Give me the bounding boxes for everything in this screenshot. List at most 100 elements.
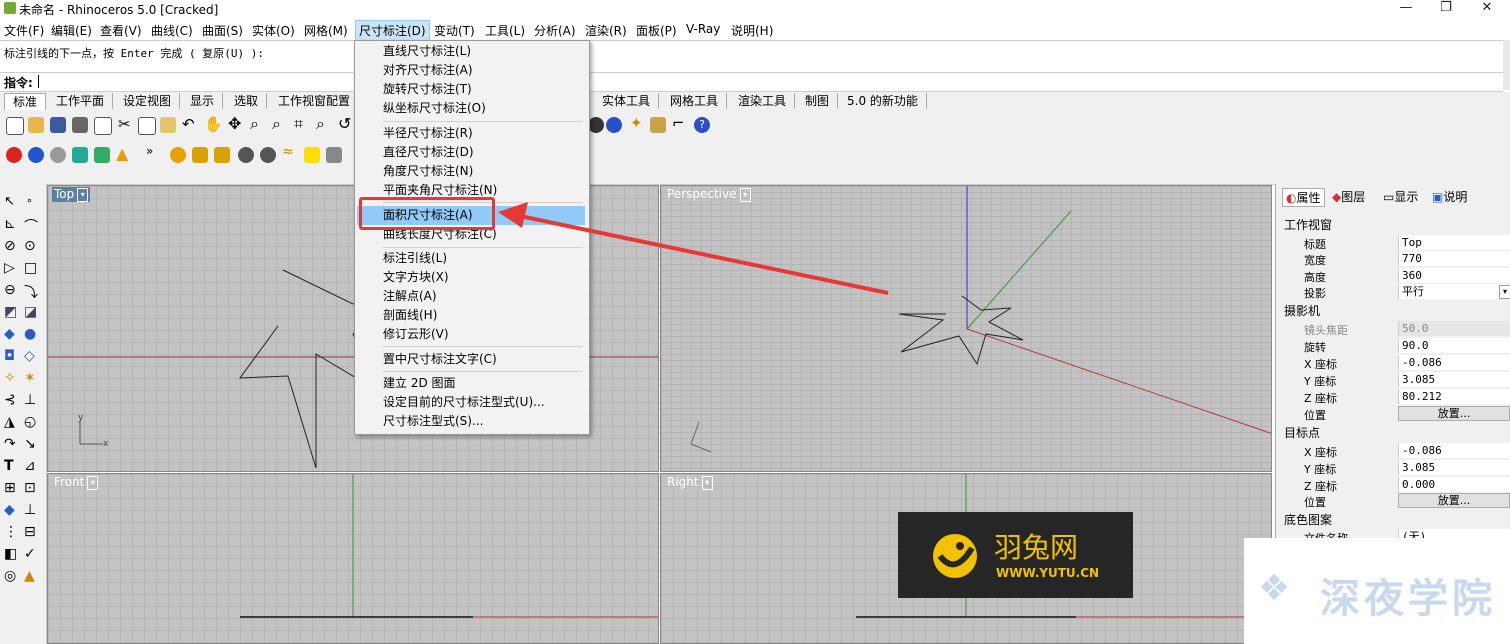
menu-item-ordinate-dimension[interactable]: 纵坐标尺寸标注(O): [357, 99, 585, 118]
menu-item-angle-dimension[interactable]: 角度尺寸标注(N): [357, 162, 585, 181]
tab-mesh-tools[interactable]: 网格工具: [662, 93, 728, 109]
cylinder-icon[interactable]: ◘: [4, 348, 15, 364]
menu-render[interactable]: 渲染(R): [585, 22, 627, 39]
panel-tab-display[interactable]: ▭显示: [1383, 188, 1418, 205]
plane-icon[interactable]: ◇: [24, 348, 35, 364]
prop-value[interactable]: 80.212: [1398, 389, 1510, 404]
vray-options-icon[interactable]: [214, 147, 230, 163]
panel-tab-properties[interactable]: ◐属性: [1282, 188, 1325, 207]
tab-standard[interactable]: 标准: [4, 93, 47, 110]
prop-value[interactable]: 0.000: [1398, 477, 1510, 492]
menu-item-center-dimension-text[interactable]: 置中尺寸标注文字(C): [357, 350, 585, 369]
vray-proxy-icon[interactable]: [326, 147, 342, 163]
zoom-selected-icon[interactable]: ⌕: [316, 114, 325, 134]
prop-value[interactable]: -0.086: [1398, 443, 1510, 458]
tab-select[interactable]: 选取: [226, 93, 268, 109]
menu-edit[interactable]: 编辑(E): [51, 22, 92, 39]
menu-item-diameter-dimension[interactable]: 直径尺寸标注(D): [357, 143, 585, 162]
prop-value[interactable]: Top: [1398, 235, 1510, 250]
vray-m-icon[interactable]: [170, 147, 186, 163]
render-sphere-icon[interactable]: [588, 117, 604, 133]
menu-dimension[interactable]: 尺寸标注(D): [355, 20, 430, 41]
cut-icon[interactable]: ✂: [118, 115, 131, 133]
command-line[interactable]: 指令:: [0, 72, 1503, 92]
paste-icon[interactable]: [160, 117, 176, 133]
more-arrow-icon[interactable]: »: [146, 144, 153, 158]
vray-rt-icon[interactable]: [260, 147, 276, 163]
mesh-icon[interactable]: ⊟: [24, 524, 36, 540]
select-arrow-icon[interactable]: ↖: [4, 194, 15, 209]
grid-icon[interactable]: ⋮: [4, 524, 18, 540]
tab-new-in-v5[interactable]: 5.0 的新功能: [839, 93, 927, 109]
prop-value[interactable]: 770: [1398, 251, 1510, 266]
new-file-icon[interactable]: [6, 117, 24, 135]
undo-icon[interactable]: ↶: [182, 115, 195, 133]
warning-icon[interactable]: ▲: [116, 144, 128, 163]
options-gear-icon[interactable]: [650, 117, 666, 133]
menu-panels[interactable]: 面板(P): [636, 22, 677, 39]
rotate-view-icon[interactable]: ✥: [228, 114, 241, 133]
tab-drafting[interactable]: 制图: [797, 93, 839, 109]
place-target-button[interactable]: 放置...: [1398, 493, 1510, 508]
light-icon[interactable]: ✦: [630, 114, 643, 132]
rectangle-icon[interactable]: □: [24, 260, 37, 276]
prop-value[interactable]: 360: [1398, 268, 1510, 283]
chevron-down-icon[interactable]: ▾: [1499, 285, 1510, 299]
save-icon[interactable]: [50, 117, 66, 133]
menu-item-radius-dimension[interactable]: 半径尺寸标注(R): [357, 124, 585, 143]
menu-item-set-current-dim-style[interactable]: 设定目前的尺寸标注型式(U)...: [357, 393, 585, 412]
text-icon[interactable]: T: [4, 458, 14, 474]
copy-icon[interactable]: [138, 117, 156, 135]
zoom-icon[interactable]: ⌕: [250, 114, 259, 134]
point-icon[interactable]: ∘: [26, 194, 33, 207]
command-scrollbar[interactable]: [1503, 40, 1510, 90]
extrude-icon[interactable]: ◩: [4, 304, 17, 320]
menu-item-rotated-dimension[interactable]: 旋转尺寸标注(T): [357, 80, 585, 99]
render-icon[interactable]: ◎: [4, 568, 16, 584]
maximize-button[interactable]: ❐: [1423, 0, 1469, 18]
ellipse-icon[interactable]: ⊙: [24, 238, 36, 254]
boolean-icon[interactable]: ✧: [4, 370, 16, 386]
dimension-icon[interactable]: ⊿: [24, 458, 36, 474]
prop-value[interactable]: -0.086: [1398, 355, 1510, 370]
menu-mesh[interactable]: 网格(M): [304, 22, 348, 39]
prop-value[interactable]: 3.085: [1398, 372, 1510, 387]
prop-value[interactable]: 90.0: [1398, 338, 1510, 353]
blue-sphere-icon[interactable]: [28, 147, 44, 163]
cup-icon[interactable]: [94, 147, 110, 163]
circle-icon[interactable]: ⊘: [4, 238, 16, 254]
undo-view-icon[interactable]: ↺: [338, 114, 351, 133]
split-icon[interactable]: ↘: [24, 436, 36, 452]
fillet-icon[interactable]: ⤵: [24, 282, 38, 302]
layer-icon[interactable]: ⊡: [24, 480, 36, 496]
box-icon[interactable]: ◆: [4, 326, 15, 342]
red-sphere-icon[interactable]: [6, 147, 22, 163]
vray-r-icon[interactable]: [238, 147, 254, 163]
polyline-icon[interactable]: ⊾: [4, 216, 16, 232]
group-icon[interactable]: ⊞: [4, 480, 16, 496]
menu-item-linear-dimension[interactable]: 直线尺寸标注(L): [357, 42, 585, 61]
array-icon[interactable]: ◮: [4, 414, 15, 430]
menu-view[interactable]: 查看(V): [100, 22, 142, 39]
wire-sphere-icon[interactable]: [50, 147, 66, 163]
arc-icon[interactable]: ⊖: [4, 282, 16, 298]
menu-item-aligned-dimension[interactable]: 对齐尺寸标注(A): [357, 61, 585, 80]
teapot-icon[interactable]: [72, 147, 88, 163]
analyze-icon[interactable]: ◧: [4, 546, 17, 562]
tab-display[interactable]: 显示: [182, 93, 224, 109]
mirror-icon[interactable]: ⊥: [24, 392, 36, 408]
polygon-icon[interactable]: ▷: [4, 260, 15, 276]
open-file-icon[interactable]: [28, 117, 44, 133]
panel-tab-help[interactable]: ▣说明: [1432, 188, 1467, 205]
tab-set-view[interactable]: 设定视图: [115, 93, 181, 109]
move-icon[interactable]: ⊰: [4, 392, 16, 408]
menu-item-dim-styles[interactable]: 尺寸标注型式(S)...: [357, 412, 585, 431]
print-icon[interactable]: [72, 117, 88, 133]
zoom-window-icon[interactable]: ⌕: [272, 114, 281, 134]
loft-icon[interactable]: ◪: [24, 304, 37, 320]
place-camera-button[interactable]: 放置...: [1398, 406, 1510, 421]
material-sphere-icon[interactable]: [606, 117, 622, 133]
close-button[interactable]: ✕: [1464, 0, 1510, 18]
explode-icon[interactable]: ✶: [24, 370, 36, 386]
zoom-extents-icon[interactable]: ⌗: [294, 114, 303, 134]
